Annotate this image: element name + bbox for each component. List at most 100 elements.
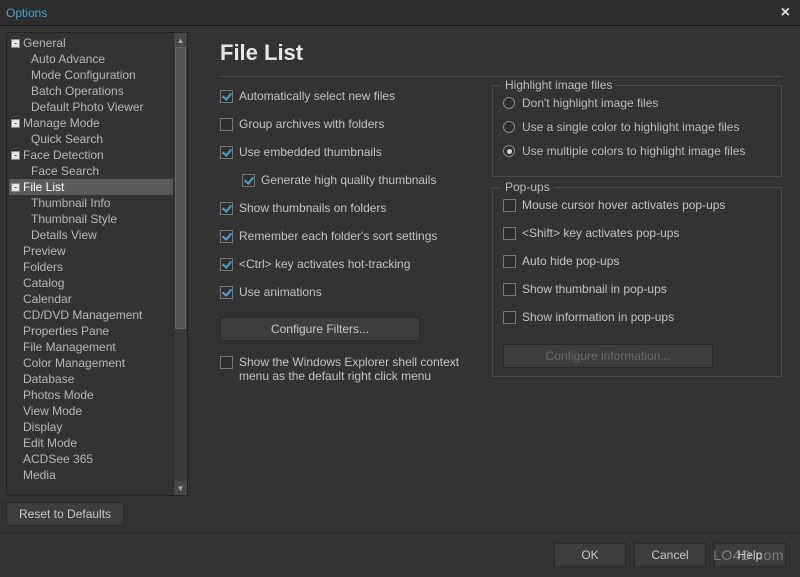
tree-item[interactable]: Edit Mode: [9, 435, 173, 451]
tree-item-label: Media: [23, 468, 56, 482]
tree-item[interactable]: ACDSee 365: [9, 451, 173, 467]
tree-item[interactable]: Batch Operations: [9, 83, 173, 99]
shell-context-check[interactable]: Show the Windows Explorer shell context …: [220, 355, 480, 383]
checkbox-icon[interactable]: [220, 230, 233, 243]
cancel-button[interactable]: Cancel: [634, 543, 706, 567]
popup-check-1[interactable]: <Shift> key activates pop-ups: [503, 226, 771, 240]
tree-item[interactable]: Catalog: [9, 275, 173, 291]
tree-scrollbar[interactable]: ▲ ▼: [173, 33, 187, 495]
popup-check-4[interactable]: Show information in pop-ups: [503, 310, 771, 324]
help-button[interactable]: Help: [714, 543, 786, 567]
tree-item[interactable]: Auto Advance: [9, 51, 173, 67]
checkbox-label: Generate high quality thumbnails: [261, 173, 480, 187]
option-check-1[interactable]: Group archives with folders: [220, 117, 480, 131]
scroll-track[interactable]: [174, 47, 187, 481]
tree-item[interactable]: -Face Detection: [9, 147, 173, 163]
tree-toggle-icon[interactable]: -: [11, 151, 20, 160]
checkbox-label: Automatically select new files: [239, 89, 480, 103]
checkbox-icon[interactable]: [220, 202, 233, 215]
scroll-up-icon[interactable]: ▲: [174, 33, 187, 47]
radio-icon[interactable]: [503, 97, 515, 109]
tree-item-label: Face Search: [31, 164, 99, 178]
radio-icon[interactable]: [503, 145, 515, 157]
option-check-0[interactable]: Automatically select new files: [220, 89, 480, 103]
checkbox-icon[interactable]: [220, 118, 233, 131]
tree-item[interactable]: CD/DVD Management: [9, 307, 173, 323]
popup-check-0[interactable]: Mouse cursor hover activates pop-ups: [503, 198, 771, 212]
tree-item[interactable]: Mode Configuration: [9, 67, 173, 83]
tree-item-label: Quick Search: [31, 132, 103, 146]
popup-check-2[interactable]: Auto hide pop-ups: [503, 254, 771, 268]
tree-item[interactable]: Face Search: [9, 163, 173, 179]
checkbox-label: Show the Windows Explorer shell context …: [239, 355, 480, 383]
tree-toggle-icon[interactable]: -: [11, 119, 20, 128]
ok-button[interactable]: OK: [554, 543, 626, 567]
tree-item-label: CD/DVD Management: [23, 308, 142, 322]
tree-item[interactable]: Photos Mode: [9, 387, 173, 403]
options-tree[interactable]: -GeneralAuto AdvanceMode Configuration Ba…: [7, 33, 173, 495]
tree-item[interactable]: Media: [9, 467, 173, 483]
tree-item[interactable]: Quick Search: [9, 131, 173, 147]
tree-item[interactable]: Thumbnail Style: [9, 211, 173, 227]
checkbox-label: <Ctrl> key activates hot-tracking: [239, 257, 480, 271]
checkbox-icon[interactable]: [220, 146, 233, 159]
tree-item-label: View Mode: [23, 404, 82, 418]
configure-information-button[interactable]: Configure information...: [503, 344, 713, 368]
tree-item[interactable]: Thumbnail Info: [9, 195, 173, 211]
tree-item-label: Mode Configuration: [31, 68, 136, 82]
checkbox-icon[interactable]: [503, 283, 516, 296]
checkbox-icon[interactable]: [220, 90, 233, 103]
page-title: File List: [220, 40, 782, 66]
tree-item[interactable]: Details View: [9, 227, 173, 243]
checkbox-label: Show information in pop-ups: [522, 310, 771, 324]
tree-item[interactable]: Color Management: [9, 355, 173, 371]
tree-item[interactable]: Database: [9, 371, 173, 387]
tree-item-label: File List: [23, 180, 64, 194]
tree-item[interactable]: Folders: [9, 259, 173, 275]
checkbox-icon[interactable]: [503, 227, 516, 240]
tree-item[interactable]: Preview: [9, 243, 173, 259]
tree-item[interactable]: File Management: [9, 339, 173, 355]
highlight-radio-1[interactable]: Use a single color to highlight image fi…: [503, 120, 771, 134]
close-icon[interactable]: ×: [777, 4, 794, 22]
tree-item[interactable]: View Mode: [9, 403, 173, 419]
tree-item[interactable]: Calendar: [9, 291, 173, 307]
reset-defaults-button[interactable]: Reset to Defaults: [6, 502, 124, 526]
tree-toggle-icon[interactable]: -: [11, 39, 20, 48]
checkbox-icon[interactable]: [242, 174, 255, 187]
popup-check-3[interactable]: Show thumbnail in pop-ups: [503, 282, 771, 296]
radio-icon[interactable]: [503, 121, 515, 133]
checkbox-label: Group archives with folders: [239, 117, 480, 131]
option-check-5[interactable]: Remember each folder's sort settings: [220, 229, 480, 243]
scroll-thumb[interactable]: [175, 47, 186, 329]
tree-item-label: Display: [23, 420, 62, 434]
option-check-6[interactable]: <Ctrl> key activates hot-tracking: [220, 257, 480, 271]
tree-item-label: Properties Pane: [23, 324, 109, 338]
highlight-radio-2[interactable]: Use multiple colors to highlight image f…: [503, 144, 771, 158]
option-check-4[interactable]: Show thumbnails on folders: [220, 201, 480, 215]
checkbox-icon[interactable]: [503, 199, 516, 212]
checkbox-icon[interactable]: [503, 255, 516, 268]
highlight-legend: Highlight image files: [501, 78, 616, 92]
options-main-panel: File List Automatically select new files…: [192, 26, 800, 532]
option-check-2[interactable]: Use embedded thumbnails: [220, 145, 480, 159]
tree-item[interactable]: -General: [9, 35, 173, 51]
checkbox-icon[interactable]: [220, 258, 233, 271]
checkbox-icon[interactable]: [220, 356, 233, 369]
window-title: Options: [6, 6, 47, 20]
tree-item-label: Default Photo Viewer: [31, 100, 144, 114]
configure-filters-button[interactable]: Configure Filters...: [220, 317, 420, 341]
tree-item[interactable]: Properties Pane: [9, 323, 173, 339]
tree-toggle-icon[interactable]: -: [11, 183, 20, 192]
tree-item[interactable]: -File List: [9, 179, 173, 195]
tree-item[interactable]: Display: [9, 419, 173, 435]
option-check-7[interactable]: Use animations: [220, 285, 480, 299]
scroll-down-icon[interactable]: ▼: [174, 481, 187, 495]
option-check-3[interactable]: Generate high quality thumbnails: [242, 173, 480, 187]
checkbox-icon[interactable]: [220, 286, 233, 299]
tree-item[interactable]: Default Photo Viewer: [9, 99, 173, 115]
tree-item-label: Batch Operations: [31, 84, 124, 98]
tree-item[interactable]: -Manage Mode: [9, 115, 173, 131]
checkbox-icon[interactable]: [503, 311, 516, 324]
highlight-radio-0[interactable]: Don't highlight image files: [503, 96, 771, 110]
